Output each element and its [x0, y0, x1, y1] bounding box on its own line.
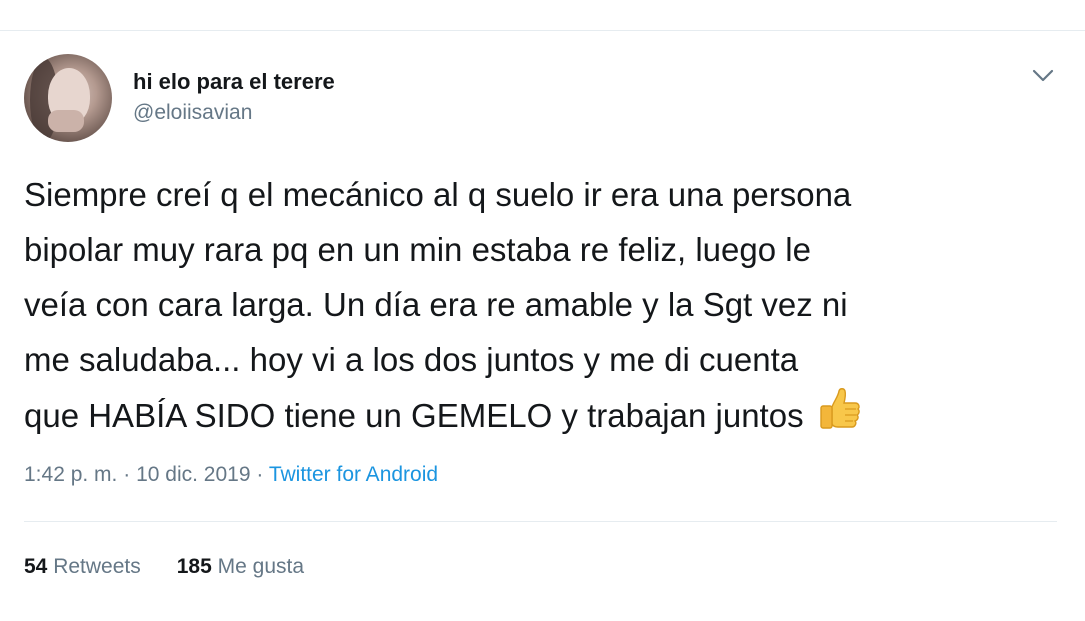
avatar-hand [48, 110, 84, 132]
user-handle[interactable]: @eloiisavian [133, 101, 252, 125]
tweet-text-line: que HABÍA SIDO tiene un GEMELO y trabaja… [24, 397, 804, 434]
tweet-source-link[interactable]: Twitter for Android [269, 463, 438, 486]
more-options-button[interactable] [1026, 61, 1060, 91]
tweet-text-line: veía con cara larga. Un día era re amabl… [24, 286, 848, 323]
likes-stat[interactable]: 185 Me gusta [177, 555, 304, 578]
tweet-text-line: Siempre creí q el mecánico al q suelo ir… [24, 176, 852, 213]
retweets-count: 54 [24, 555, 48, 578]
tweet-text-line: bipolar muy rara pq en un min estaba re … [24, 231, 811, 268]
meta-separator: · [123, 463, 131, 486]
divider [24, 521, 1057, 522]
meta-separator: · [256, 463, 264, 486]
tweet-date[interactable]: 10 dic. 2019 [136, 463, 250, 486]
likes-label: Me gusta [217, 555, 305, 578]
user-name[interactable]: hi elo para el terere [133, 69, 335, 95]
chevron-down-icon [1032, 69, 1054, 82]
avatar[interactable] [24, 54, 112, 142]
tweet-stats: 54 Retweets 185 Me gusta [24, 555, 304, 579]
thumbs-up-icon [819, 388, 860, 429]
tweet-meta: 1:42 p. m. · 10 dic. 2019 · Twitter for … [24, 463, 438, 487]
tweet-text-last-line: que HABÍA SIDO tiene un GEMELO y trabaja… [24, 387, 1064, 442]
tweet-text: Siempre creí q el mecánico al q suelo ir… [24, 167, 1064, 442]
retweets-stat[interactable]: 54 Retweets [24, 555, 141, 578]
likes-count: 185 [176, 555, 212, 578]
tweet-time[interactable]: 1:42 p. m. [24, 463, 117, 486]
tweet-card: hi elo para el terere @eloiisavian Siemp… [0, 30, 1085, 621]
tweet-text-line: me saludaba... hoy vi a los dos juntos y… [24, 341, 799, 378]
retweets-label: Retweets [53, 555, 141, 578]
